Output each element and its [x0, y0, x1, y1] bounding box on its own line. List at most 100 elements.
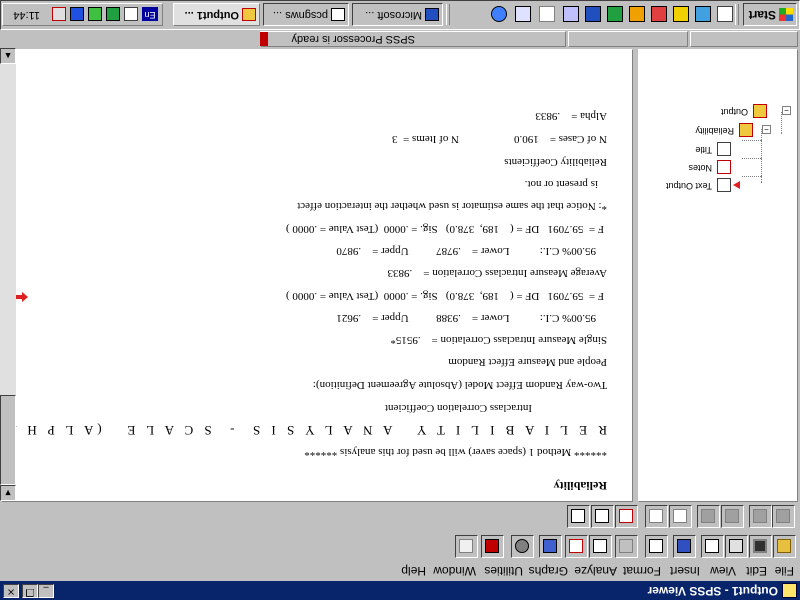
menu-window[interactable]: Window	[433, 564, 476, 578]
demote-button[interactable]	[749, 505, 772, 528]
media-player-icon[interactable]	[673, 6, 689, 22]
icc-title: Intraclass Correlation Coefficient	[384, 402, 532, 414]
clock[interactable]: 11:44	[13, 9, 40, 21]
insert-text-button[interactable]	[567, 505, 590, 528]
goto-data-button[interactable]	[589, 535, 612, 558]
notice-line-2: is present or not.	[524, 178, 598, 190]
insert-heading-button[interactable]	[615, 505, 638, 528]
notice-line-1: *: Notice that the same estimator is use…	[297, 200, 607, 212]
menu-analyze[interactable]: Analyze	[574, 564, 617, 578]
reliability-coefficients-title: Reliability Coefficients	[504, 156, 607, 168]
collapse-button[interactable]	[697, 505, 720, 528]
current-item-arrow-icon	[733, 181, 740, 189]
designate-window-button[interactable]	[481, 535, 504, 558]
export-button[interactable]	[673, 535, 696, 558]
minimize-button[interactable]: _	[38, 584, 54, 598]
use-sets-button[interactable]	[511, 535, 534, 558]
internet-explorer-icon[interactable]	[695, 6, 711, 22]
word-icon[interactable]	[585, 6, 601, 22]
average-f-line: F = 59.7091 DF = ( 189, 378.0) Sig. = .0…	[285, 223, 604, 235]
average-ci-line: 95.00% C.I.: Lower = .9787 Upper = .9870	[336, 245, 596, 257]
system-tray: En 11:44	[2, 3, 163, 26]
quicklaunch-icon[interactable]	[563, 6, 579, 22]
average-measure-line: Average Measure Intraclass Correlation =…	[387, 267, 607, 279]
insert-title-button[interactable]	[591, 505, 614, 528]
promote-button[interactable]	[772, 505, 795, 528]
outline-pane[interactable]: − Output − Reliability Title Notes Text …	[638, 49, 798, 502]
task-button-output[interactable]: Output1 ...	[173, 3, 260, 26]
collapse-toggle[interactable]: −	[782, 106, 791, 115]
quicklaunch-icon[interactable]	[515, 6, 531, 22]
start-label: Start	[748, 8, 776, 22]
goto-case-button[interactable]	[565, 535, 588, 558]
outlook-icon[interactable]	[651, 6, 667, 22]
task-button-word[interactable]: Microsoft ...	[352, 3, 443, 26]
menu-utilities[interactable]: Utilities	[484, 564, 523, 578]
tree-line	[761, 129, 762, 183]
print-button[interactable]	[725, 535, 748, 558]
scroll-down-button[interactable]: ▼	[0, 485, 16, 501]
tray-app-icon[interactable]	[70, 7, 84, 21]
processor-status-text: SPSS Processor is ready	[291, 33, 416, 45]
tree-label: Reliability	[695, 126, 734, 136]
hide-button[interactable]	[645, 505, 668, 528]
single-ci-line: 95.00% C.I.: Lower = .9388 Upper = .9621	[336, 312, 596, 324]
menu-edit[interactable]: Edit	[746, 564, 767, 578]
quicklaunch-icon[interactable]	[629, 6, 645, 22]
heading-icon	[619, 509, 633, 523]
dialog-recall-button[interactable]	[645, 535, 668, 558]
info-button[interactable]	[455, 535, 478, 558]
quicklaunch-icon[interactable]	[491, 6, 507, 22]
undo-button[interactable]	[615, 535, 638, 558]
data-grid-icon	[593, 539, 607, 553]
menu-format[interactable]: Format	[623, 564, 661, 578]
network-icon[interactable]	[106, 7, 120, 21]
show-button[interactable]	[669, 505, 692, 528]
vertical-scrollbar[interactable]: ▼ ▲	[0, 48, 16, 501]
menu-insert[interactable]: Insert	[670, 564, 700, 578]
open-button[interactable]	[773, 535, 796, 558]
use-sets-icon	[515, 539, 529, 553]
scroll-up-button[interactable]: ▲	[0, 48, 16, 64]
scroll-thumb[interactable]	[0, 395, 16, 485]
start-button[interactable]: Start	[743, 3, 797, 26]
print-preview-button[interactable]	[701, 535, 724, 558]
language-indicator[interactable]: En	[142, 7, 158, 21]
task-label: Output1 ...	[184, 9, 239, 21]
collapse-toggle[interactable]: −	[762, 125, 771, 134]
export-icon	[677, 539, 691, 553]
tree-line	[742, 176, 762, 177]
title-bar: Output1 - SPSS Viewer _ ❐ ×	[0, 581, 800, 600]
desktop-icon[interactable]	[717, 6, 733, 22]
notes-page-icon	[717, 160, 731, 174]
tree-line	[781, 112, 782, 134]
spss-app-icon[interactable]	[782, 583, 797, 598]
tray-app-icon[interactable]	[88, 7, 102, 21]
expand-button[interactable]	[721, 505, 744, 528]
close-button[interactable]: ×	[3, 584, 19, 598]
tree-line	[742, 140, 762, 141]
menu-bar: File Edit View Insert Format Analyze Gra…	[0, 561, 800, 581]
menu-graphs[interactable]: Graphs	[529, 564, 568, 578]
hide-icon	[649, 509, 663, 523]
task-button-pcsgnws[interactable]: pcsgnws ...	[263, 3, 349, 26]
quicklaunch-icon[interactable]	[539, 6, 555, 22]
menu-file[interactable]: File	[775, 564, 794, 578]
contents-pane[interactable]: Reliability ****** Method 1 (space saver…	[0, 48, 633, 502]
maximize-button[interactable]: ❐	[22, 584, 38, 598]
menu-help[interactable]: Help	[401, 564, 426, 578]
tree-label: Text Output	[665, 181, 712, 191]
variables-button[interactable]	[539, 535, 562, 558]
divider	[735, 4, 739, 25]
taskbar: Start Microsoft ... pcsgnws ... Output1 …	[0, 0, 800, 30]
menu-view[interactable]: View	[710, 564, 736, 578]
undo-icon	[619, 539, 633, 553]
model-definition: Two-way Random Effect Model (Absolute Ag…	[312, 379, 607, 391]
speaker-icon[interactable]	[124, 7, 138, 21]
window-title: Output1 - SPSS Viewer	[647, 584, 778, 598]
excel-icon[interactable]	[607, 6, 623, 22]
status-panel-empty	[690, 31, 798, 47]
designate-window-icon	[485, 539, 499, 553]
save-button[interactable]	[749, 535, 772, 558]
tray-app-icon[interactable]	[52, 7, 66, 21]
